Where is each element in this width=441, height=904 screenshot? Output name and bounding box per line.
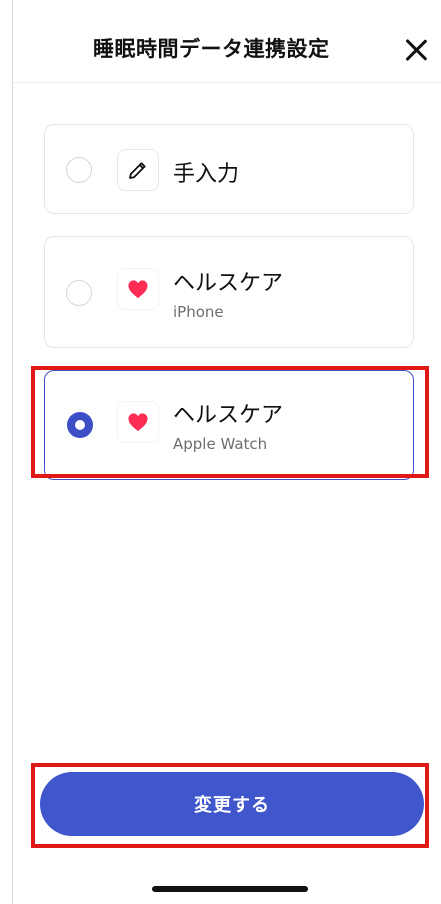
heart-icon [117,268,159,310]
option-healthcare-iphone[interactable]: ヘルスケア iPhone [44,236,414,348]
pencil-icon [117,149,159,191]
page-title: 睡眠時間データ連携設定 [93,37,330,61]
radio-button-manual[interactable] [66,157,92,183]
highlight-box-change-button [31,763,429,848]
option-label: ヘルスケア [173,271,284,296]
option-sublabel: iPhone [173,303,224,321]
close-icon[interactable] [404,38,428,62]
home-indicator [152,886,308,892]
option-manual-entry[interactable]: 手入力 [44,124,414,214]
modal-header: 睡眠時間データ連携設定 [13,0,441,83]
option-label: 手入力 [173,162,240,187]
highlight-box-selected-option [31,366,429,478]
screen: 睡眠時間データ連携設定 手入力 ヘルスケア iPhone ヘルスケア Apple… [0,0,441,904]
radio-button-iphone[interactable] [66,280,92,306]
